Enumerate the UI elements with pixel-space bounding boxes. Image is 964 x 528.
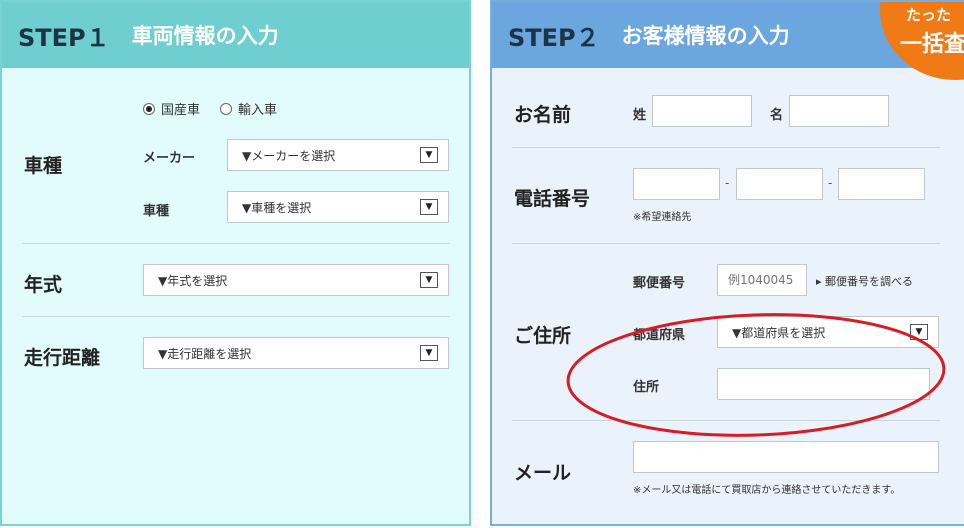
model-label: 車種: [143, 204, 170, 219]
last-name-label: 姓: [633, 108, 647, 123]
year-select[interactable]: ▼年式を選択 ▼: [143, 264, 449, 296]
radio-selected-dot: [146, 105, 152, 112]
model-select[interactable]: ▼車種を選択 ▼: [227, 191, 449, 223]
email-note: ※メール又は電話にて買取店から連絡させていただきます。: [633, 485, 901, 496]
mileage-select[interactable]: ▼走行距離を選択 ▼: [143, 337, 449, 369]
promo-badge-top-text: たった: [906, 6, 952, 24]
step2-label: STEP２: [508, 23, 600, 52]
prefecture-label: 都道府県: [633, 328, 686, 343]
email-label: メール: [514, 462, 572, 484]
chevron-down-icon[interactable]: ▼: [420, 199, 438, 215]
phone-note: ※希望連絡先: [633, 212, 692, 223]
mileage-label: 走行距離: [24, 347, 101, 369]
first-name-label: 名: [770, 108, 784, 123]
divider: [512, 420, 940, 421]
divider: [22, 316, 450, 317]
model-select-value: ▼車種を選択: [242, 200, 312, 215]
maker-label: メーカー: [143, 151, 196, 166]
divider: [22, 243, 450, 244]
radio-import-label: 輸入車: [238, 103, 278, 118]
promo-badge-bottom-text: 一括査: [900, 32, 964, 57]
maker-select[interactable]: ▼メーカーを選択 ▼: [227, 139, 449, 171]
step1-title: 車両情報の入力: [131, 24, 279, 48]
origin-radio-group: 国産車 輸入車: [143, 99, 297, 118]
phone-dash: -: [725, 176, 730, 190]
radio-domestic-label: 国産車: [161, 103, 201, 118]
car-type-label: 車種: [24, 155, 63, 177]
mileage-select-value: ▼走行距離を選択: [158, 346, 252, 361]
chevron-down-icon[interactable]: ▼: [910, 324, 928, 340]
first-name-input[interactable]: [789, 95, 889, 127]
step2-title: お客様情報の入力: [621, 24, 790, 48]
step1-header: STEP１ 車両情報の入力: [2, 2, 469, 68]
phone-input-2[interactable]: [736, 168, 823, 200]
step1-panel: STEP１ 車両情報の入力: [0, 0, 471, 526]
street-label: 住所: [633, 380, 660, 395]
radio-import-indicator[interactable]: [220, 102, 233, 115]
phone-dash: -: [828, 176, 833, 190]
last-name-input[interactable]: [652, 95, 752, 127]
postal-code-input[interactable]: [717, 264, 807, 296]
year-label: 年式: [24, 274, 63, 296]
postal-label: 郵便番号: [633, 276, 686, 291]
radio-domestic[interactable]: 国産車: [143, 99, 200, 118]
phone-input-1[interactable]: [633, 168, 720, 200]
chevron-down-icon[interactable]: ▼: [420, 147, 438, 163]
year-select-value: ▼年式を選択: [158, 273, 228, 288]
chevron-down-icon[interactable]: ▼: [420, 272, 438, 288]
address-label: ご住所: [514, 325, 572, 347]
prefecture-select-value: ▼都道府県を選択: [732, 325, 826, 340]
divider: [512, 243, 940, 244]
street-address-input[interactable]: [717, 368, 930, 400]
prefecture-select[interactable]: ▼都道府県を選択 ▼: [717, 316, 939, 348]
step1-label: STEP１: [18, 23, 110, 52]
maker-select-value: ▼メーカーを選択: [242, 148, 336, 163]
phone-label: 電話番号: [514, 188, 591, 210]
radio-domestic-indicator[interactable]: [143, 102, 155, 115]
email-input[interactable]: [633, 441, 939, 473]
divider: [512, 147, 940, 148]
chevron-down-icon[interactable]: ▼: [420, 345, 438, 361]
name-label: お名前: [514, 104, 572, 126]
postal-lookup-link[interactable]: ▸ 郵便番号を調べる: [816, 273, 913, 289]
phone-input-3[interactable]: [838, 168, 925, 200]
radio-import[interactable]: 輸入車: [220, 99, 277, 118]
